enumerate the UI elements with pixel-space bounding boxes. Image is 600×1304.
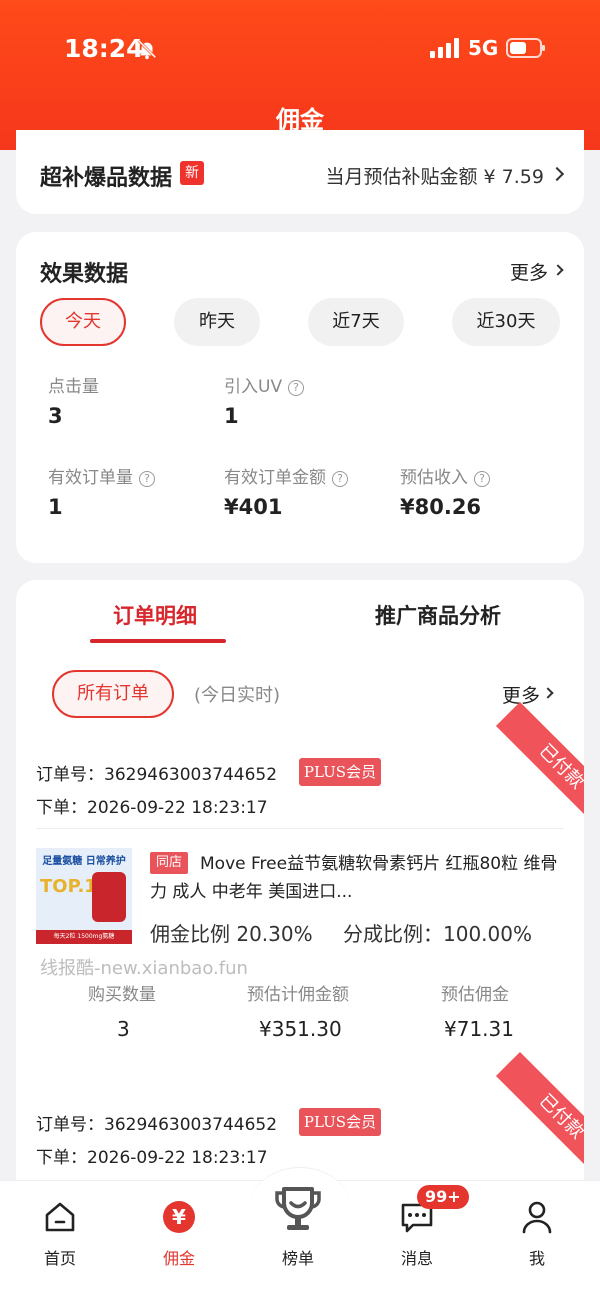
trophy-icon	[275, 1187, 321, 1230]
message-count-badge: 99+	[417, 1185, 469, 1209]
col-quantity-label: 购买数量	[88, 985, 156, 1005]
home-icon	[45, 1202, 75, 1232]
tabbar-ranking-label: 榜单	[281, 1249, 314, 1268]
network-label: 5G	[468, 36, 499, 60]
divider	[36, 828, 564, 829]
pill-bottle-icon	[92, 872, 126, 922]
tabbar-profile[interactable]: 我	[477, 1181, 597, 1281]
est-income-value: ¥80.26	[400, 495, 482, 519]
product-image-footer: 每天2粒 1500mg氨糖	[36, 930, 132, 944]
clicks-value: 3	[48, 404, 63, 428]
plus-member-badge: PLUS会员	[299, 1108, 381, 1136]
bell-muted-icon	[137, 39, 157, 60]
help-icon[interactable]: ?	[288, 380, 305, 396]
paid-status-ribbon: 已付款	[495, 1051, 584, 1183]
est-income-label: 预估收入?	[400, 463, 490, 488]
quantity-value: 3	[117, 1017, 130, 1041]
orders-card: 订单明细 推广商品分析 所有订单 (今日实时) 更多 订单号：362946300…	[16, 580, 584, 1220]
svg-text:¥: ¥	[172, 1205, 186, 1229]
filter-all-orders[interactable]: 所有订单	[52, 670, 174, 718]
filter-note: (今日实时)	[194, 685, 281, 706]
help-icon[interactable]: ?	[139, 471, 155, 487]
valid-orders-value: 1	[48, 495, 63, 519]
battery-icon	[506, 38, 545, 58]
commission-ratio: 佣金比例 20.30%	[150, 922, 313, 946]
effect-data-card: 效果数据 更多 今天 昨天 近7天 近30天 点击量 3 引入UV? 1 有效订…	[16, 232, 584, 563]
tabbar-home[interactable]: 首页	[0, 1181, 120, 1281]
tabbar-profile-label: 我	[528, 1249, 545, 1268]
subsidy-amount: 当月预估补贴金额 ¥ 7.59	[325, 166, 544, 188]
tabbar-messages[interactable]: 99+ 消息	[357, 1181, 477, 1281]
tabbar-messages-label: 消息	[400, 1249, 433, 1268]
period-today[interactable]: 今天	[40, 298, 126, 346]
tab-underline	[90, 639, 226, 643]
yen-icon: ¥	[163, 1201, 195, 1233]
order-number: 订单号：3629463003744652	[36, 765, 278, 785]
period-7days[interactable]: 近7天	[308, 298, 404, 346]
col-commission-base-label: 预估计佣金额	[247, 985, 349, 1005]
effect-more-link[interactable]: 更多	[510, 258, 548, 285]
tab-order-details[interactable]: 订单明细	[113, 600, 197, 630]
watermark: 线报酷-new.xianbao.fun	[40, 958, 248, 979]
period-yesterday[interactable]: 昨天	[174, 298, 260, 346]
uv-label: 引入UV?	[224, 372, 305, 397]
valid-amount-value: ¥401	[224, 495, 283, 519]
subsidy-card[interactable]: 超补爆品数据 新 当月预估补贴金额 ¥ 7.59	[16, 130, 584, 214]
tabbar-home-label: 首页	[43, 1249, 76, 1268]
col-est-commission-label: 预估佣金	[441, 985, 509, 1005]
help-icon[interactable]: ?	[332, 471, 348, 487]
valid-orders-label: 有效订单量?	[48, 463, 155, 488]
plus-member-badge: PLUS会员	[299, 758, 381, 786]
chevron-right-icon	[549, 166, 565, 182]
clicks-label: 点击量	[48, 377, 99, 397]
subsidy-title: 超补爆品数据	[40, 166, 173, 191]
est-commission-value: ¥71.31	[444, 1017, 514, 1041]
new-badge: 新	[180, 161, 204, 185]
help-icon[interactable]: ?	[474, 471, 490, 487]
chevron-right-icon	[542, 687, 554, 699]
period-30days[interactable]: 近30天	[452, 298, 560, 346]
user-icon	[522, 1201, 552, 1234]
chevron-right-icon	[552, 264, 564, 276]
bottom-tab-bar: 首页 ¥ 佣金 榜单 99+ 消息 我	[0, 1167, 600, 1304]
tabbar-commission[interactable]: ¥ 佣金	[119, 1181, 239, 1281]
paid-status-ribbon: 已付款	[495, 701, 584, 833]
order-number: 订单号：3629463003744652	[36, 1115, 278, 1135]
effect-title: 效果数据	[40, 262, 129, 287]
tabbar-commission-label: 佣金	[162, 1249, 195, 1268]
app-header: 18:24 5G 佣金	[0, 0, 600, 150]
product-image-rank: TOP.1	[40, 876, 97, 897]
status-time: 18:24	[64, 34, 144, 63]
share-ratio: 分成比例：100.00%	[343, 922, 532, 946]
signal-icon	[430, 38, 459, 58]
order-time: 下单：2026-09-22 18:23:17	[36, 798, 268, 818]
tab-product-analysis[interactable]: 推广商品分析	[375, 600, 501, 630]
valid-amount-label: 有效订单金额?	[224, 463, 348, 488]
product-title[interactable]: Move Free益节氨糖软骨素钙片 红瓶80粒 维骨力 成人 中老年 美国进口…	[150, 850, 558, 906]
product-image[interactable]: 足量氨糖 日常养护 TOP.1 每天2粒 1500mg氨糖	[36, 848, 132, 944]
tabbar-ranking[interactable]: 榜单	[238, 1181, 358, 1281]
commission-base-value: ¥351.30	[259, 1017, 342, 1041]
order-time: 下单：2026-09-22 18:23:17	[36, 1148, 268, 1168]
product-image-caption: 足量氨糖 日常养护	[42, 856, 126, 867]
uv-value: 1	[224, 404, 239, 428]
